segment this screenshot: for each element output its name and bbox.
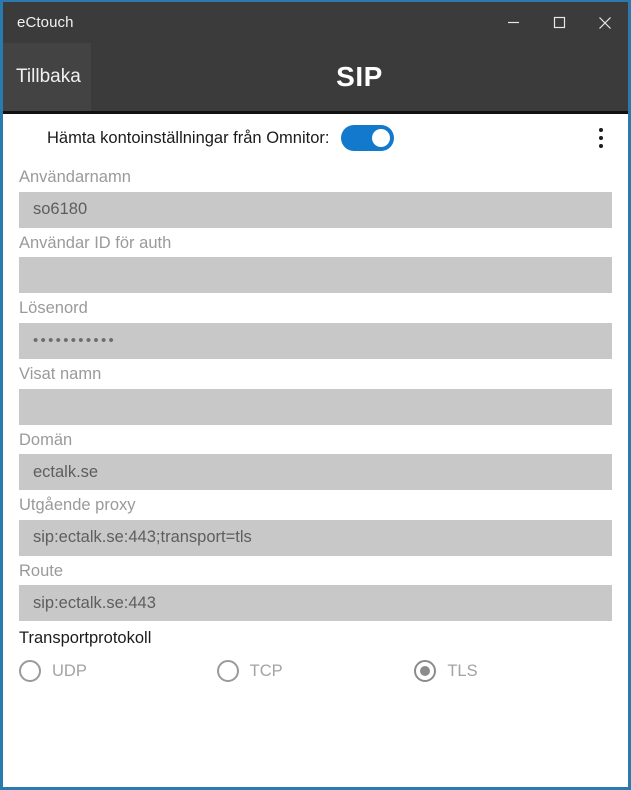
- radio-option-tls[interactable]: TLS: [414, 660, 612, 683]
- field-label: Visat namn: [19, 364, 102, 383]
- radio-label: TLS: [447, 661, 478, 680]
- radio-option-tcp[interactable]: TCP: [216, 660, 415, 683]
- auth-user-id-input[interactable]: [19, 257, 612, 294]
- minimize-icon: [507, 16, 520, 29]
- fetch-settings-row: Hämta kontoinställningar från Omnitor:: [3, 114, 628, 162]
- app-window: eCtouch Tillbaka SIP Hämta kontoinställn…: [0, 0, 631, 790]
- toggle-knob: [372, 129, 391, 147]
- radio-option-udp[interactable]: UDP: [19, 660, 217, 683]
- password-masked-value: •••••••••••: [33, 332, 117, 350]
- kebab-menu-icon[interactable]: [588, 123, 614, 153]
- maximize-button[interactable]: [536, 2, 582, 43]
- radio-circle-icon: [216, 660, 239, 683]
- maximize-icon: [553, 16, 566, 29]
- sip-settings-form: Användarnamn so6180 Användar ID för auth…: [3, 162, 628, 683]
- radio-label: UDP: [52, 661, 87, 680]
- window-controls: [490, 2, 628, 43]
- fetch-settings-label: Hämta kontoinställningar från Omnitor:: [47, 128, 330, 147]
- field-label: Domän: [19, 430, 73, 449]
- radio-circle-icon: [19, 660, 41, 683]
- field-label: Användar ID för auth: [19, 233, 172, 252]
- password-input[interactable]: •••••••••••: [19, 322, 612, 359]
- route-input[interactable]: sip:ectalk.se:443: [19, 585, 612, 622]
- field-outbound-proxy: Utgående proxy sip:ectalk.se:443;transpo…: [19, 490, 612, 556]
- kebab-dot-3: [599, 144, 603, 148]
- field-username: Användarnamn so6180: [19, 162, 612, 228]
- radio-circle-selected-icon: [414, 660, 437, 683]
- field-label: Route: [19, 561, 64, 580]
- fetch-settings-toggle[interactable]: [341, 125, 395, 151]
- username-input[interactable]: so6180: [19, 191, 612, 228]
- fetch-settings-group: Hämta kontoinställningar från Omnitor:: [47, 125, 395, 151]
- field-password: Lösenord •••••••••••: [19, 293, 612, 359]
- kebab-dot-2: [599, 136, 603, 140]
- domain-input[interactable]: ectalk.se: [19, 454, 612, 491]
- title-bar: eCtouch: [3, 2, 628, 43]
- transport-protocol-title: Transportprotokoll: [19, 629, 152, 648]
- page-title-wrap: SIP: [91, 43, 628, 111]
- field-route: Route sip:ectalk.se:443: [19, 556, 612, 622]
- app-header: Tillbaka SIP: [3, 43, 628, 114]
- outbound-proxy-input[interactable]: sip:ectalk.se:443;transport=tls: [19, 519, 612, 556]
- minimize-button[interactable]: [490, 2, 536, 43]
- back-button-label: Tillbaka: [16, 66, 81, 87]
- window-title: eCtouch: [17, 14, 74, 31]
- field-label: Utgående proxy: [19, 496, 136, 515]
- settings-content: Hämta kontoinställningar från Omnitor: A…: [3, 114, 628, 787]
- close-icon: [598, 16, 612, 30]
- field-auth-user-id: Användar ID för auth: [19, 228, 612, 294]
- field-label: Användarnamn: [19, 168, 131, 186]
- page-title: SIP: [336, 61, 383, 92]
- field-domain: Domän ectalk.se: [19, 425, 612, 491]
- kebab-dot-1: [599, 128, 603, 132]
- transport-protocol-radio-group: UDP TCP TLS: [19, 650, 612, 683]
- radio-inner-dot: [420, 666, 431, 677]
- field-label: Lösenord: [19, 299, 88, 318]
- field-display-name: Visat namn: [19, 359, 612, 425]
- display-name-input[interactable]: [19, 388, 612, 425]
- radio-label: TCP: [249, 661, 283, 680]
- back-button[interactable]: Tillbaka: [3, 43, 91, 111]
- close-button[interactable]: [582, 2, 628, 43]
